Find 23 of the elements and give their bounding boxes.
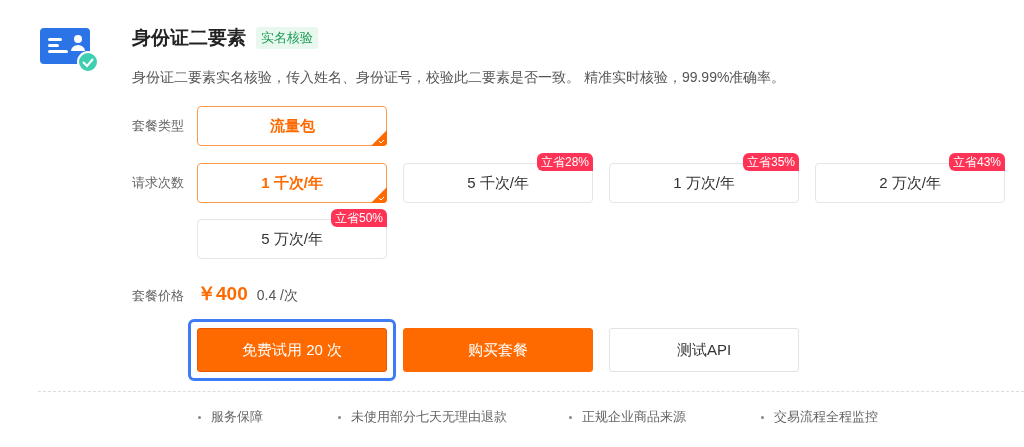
bullet-icon [761,415,764,419]
check-corner-icon [371,187,387,203]
bullet-icon [198,415,201,419]
bullet-icon [338,415,341,419]
guarantee-item: 未使用部分七天无理由退款 [351,408,507,426]
option-label: 套餐类型 [132,117,185,135]
action-button[interactable]: 测试API [609,328,799,372]
discount-badge: 立省35% [742,153,799,171]
product-description: 身份证二要素实名核验，传入姓名、身份证号，校验此二要素是否一致。 精准实时核验，99.99%准确率。 [132,69,787,87]
guarantee-item: 正规企业商品来源 [582,408,686,426]
check-corner-icon [371,130,387,146]
price-label: 套餐价格 [132,287,185,305]
discount-badge: 立省28% [536,153,593,171]
product-title: 身份证二要素 [132,26,246,50]
discount-badge: 立省50% [330,209,387,227]
guarantee-item: 服务保障 [211,408,263,426]
product-tag: 实名核验 [256,27,318,49]
discount-badge: 立省43% [948,153,1005,171]
price-amount: ￥400 [197,282,248,306]
unit-price: 0.4 /次 [256,287,298,305]
option-label: 请求次数 [132,174,185,192]
bullet-icon [569,415,572,419]
guarantee-item: 交易流程全程监控 [774,408,878,426]
